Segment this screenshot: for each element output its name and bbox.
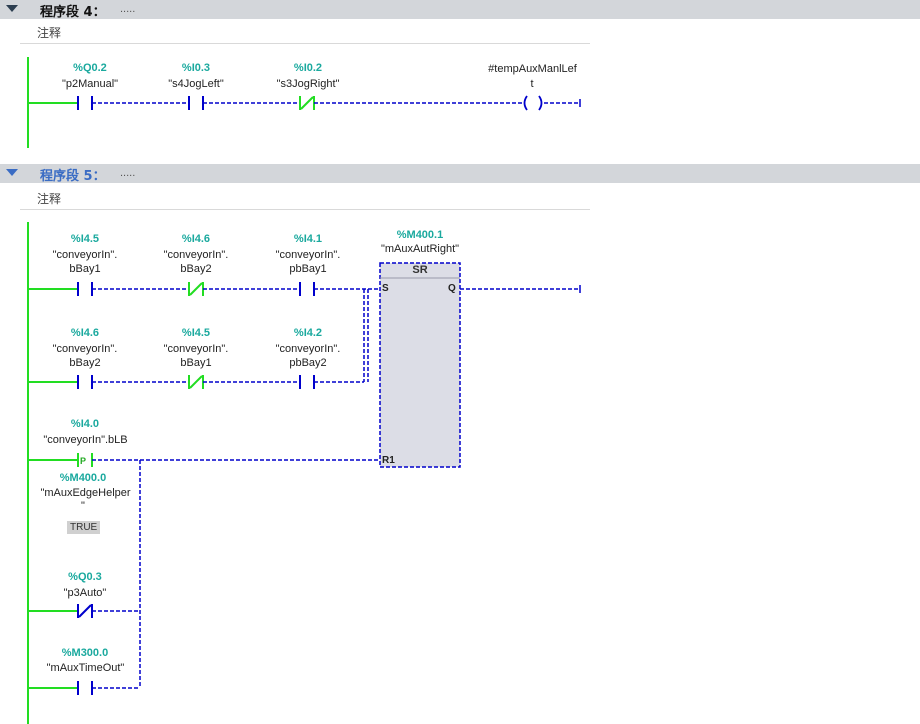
coil [523,95,543,111]
contact-no [299,375,315,389]
contact-nc [77,604,93,618]
sr-block-title: SR [412,264,428,276]
contact-no [77,96,93,110]
contact-no [77,375,93,389]
contact-nc [299,96,315,110]
contact-nc [188,282,204,296]
contact-nc [188,375,204,389]
contact-no [299,282,315,296]
sr-pin-r1: R1 [382,455,395,466]
sr-pin-s: S [382,283,389,294]
edge-label: P [80,456,86,466]
ladder-diagram: P [27,57,581,724]
contact-no [77,282,93,296]
contact-no [188,96,204,110]
sr-pin-q: Q [448,283,456,294]
contact-no [77,681,93,695]
